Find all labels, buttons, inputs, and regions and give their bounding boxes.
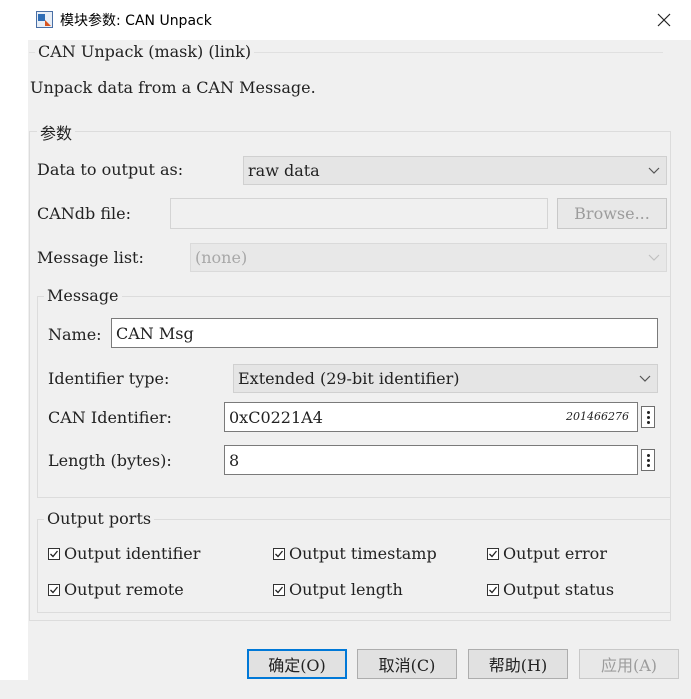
length-label: Length (bytes): [48,451,172,470]
name-label: Name: [48,325,102,344]
name-value: CAN Msg [116,323,194,343]
checkbox-label: Output error [503,544,607,563]
chevron-down-icon [648,167,660,174]
cancel-button[interactable]: 取消(C) [357,649,457,679]
checkbox-label: Output identifier [64,544,201,563]
close-icon [657,13,671,27]
output-remote-checkbox[interactable]: Output remote [48,580,184,599]
message-legend: Message [44,286,122,305]
message-list-value: (none) [195,248,248,267]
chevron-down-icon [648,254,660,261]
close-button[interactable] [648,4,680,36]
ok-button[interactable]: 确定(O) [247,649,347,679]
bottom-margin [0,680,691,699]
browse-label: Browse... [574,204,650,223]
output-identifier-checkbox[interactable]: Output identifier [48,544,200,563]
output-ports-legend: Output ports [44,509,155,528]
description-text: Unpack data from a CAN Message. [30,78,316,97]
message-list-select[interactable]: (none) [190,243,667,272]
left-margin [0,0,28,699]
browse-button[interactable]: Browse... [557,198,667,229]
can-identifier-value: 0xC0221A4 [229,407,323,427]
can-identifier-decimal: 201466276 [566,410,629,423]
description-legend: CAN Unpack (mask) (link) [35,42,255,61]
help-label: 帮助(H) [488,656,548,675]
title-bar: 模块参数: CAN Unpack [0,0,691,40]
kebab-icon [646,410,650,414]
ok-label: 确定(O) [268,656,326,675]
checkbox-label: Output remote [64,580,184,599]
output-length-checkbox[interactable]: Output length [273,580,403,599]
apply-label: 应用(A) [600,656,658,675]
length-value: 8 [229,450,240,470]
help-button[interactable]: 帮助(H) [468,649,568,679]
checkbox-box [273,547,285,560]
params-legend: 参数 [37,120,76,144]
checkbox-label: Output status [503,580,615,599]
checkbox-box [273,583,285,596]
data-output-value: raw data [248,161,320,180]
checkbox-box [48,547,60,560]
chevron-down-icon [639,375,651,382]
checkbox-box [48,583,60,596]
can-identifier-options-button[interactable] [641,406,655,428]
can-identifier-label: CAN Identifier: [48,408,172,427]
checkbox-label: Output length [289,580,403,599]
length-input[interactable]: 8 [224,445,638,475]
data-output-label: Data to output as: [37,160,184,179]
identifier-type-label: Identifier type: [48,369,170,388]
window-title: 模块参数: CAN Unpack [60,13,212,29]
checkbox-box [487,583,499,596]
checkbox-label: Output timestamp [289,544,437,563]
data-output-select[interactable]: raw data [243,156,667,185]
output-error-checkbox[interactable]: Output error [487,544,607,563]
identifier-type-select[interactable]: Extended (29-bit identifier) [233,364,658,393]
length-options-button[interactable] [641,449,655,471]
output-timestamp-checkbox[interactable]: Output timestamp [273,544,437,563]
apply-button[interactable]: 应用(A) [579,649,679,679]
kebab-icon [646,453,650,457]
candb-label: CANdb file: [37,204,132,223]
name-input[interactable]: CAN Msg [111,318,658,348]
output-status-checkbox[interactable]: Output status [487,580,614,599]
candb-field[interactable] [170,198,548,229]
simulink-block-icon [36,11,53,28]
message-list-label: Message list: [37,248,144,267]
identifier-type-value: Extended (29-bit identifier) [238,369,460,388]
checkbox-box [487,547,499,560]
cancel-label: 取消(C) [378,656,436,675]
